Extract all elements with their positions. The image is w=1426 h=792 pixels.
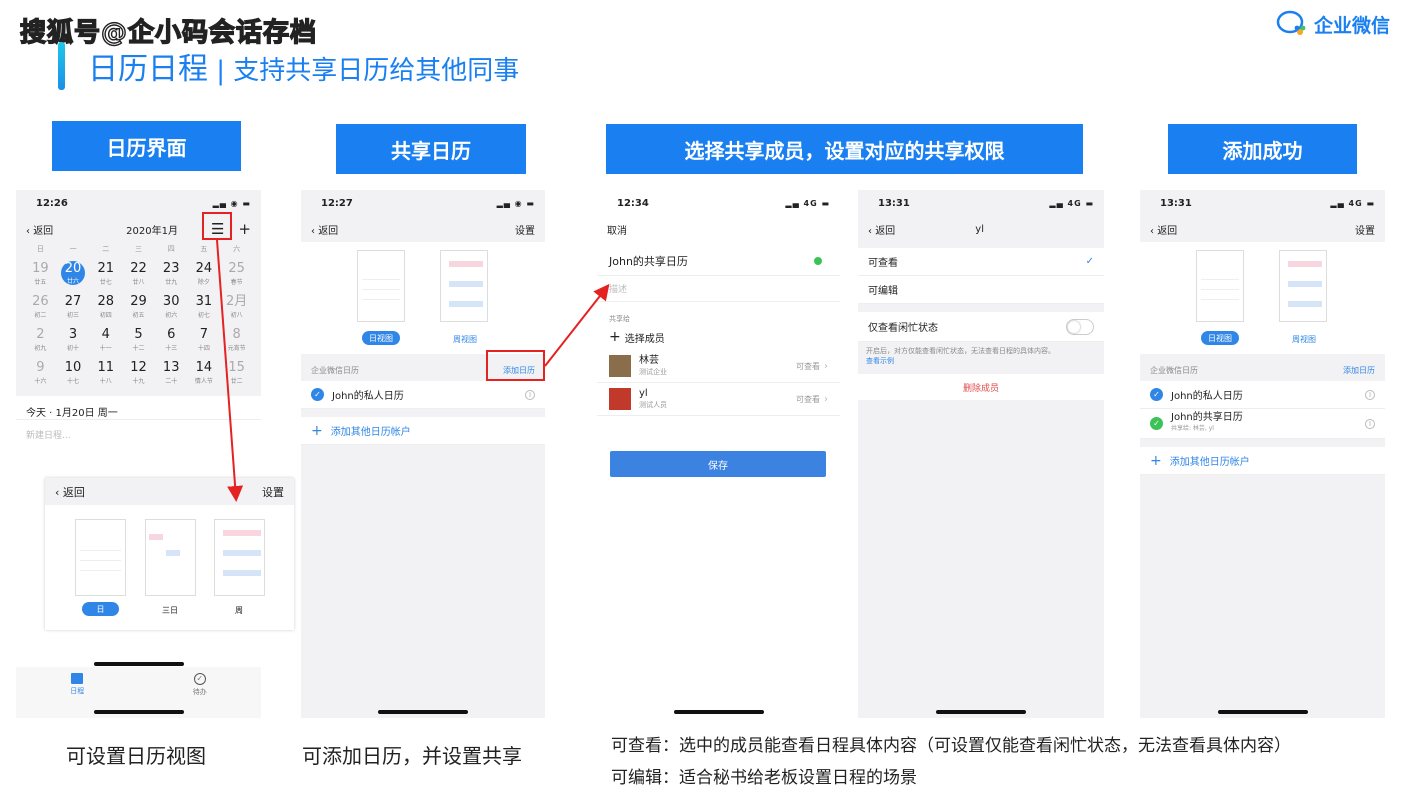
annotation-arrows bbox=[216, 239, 610, 502]
note-view-permission: 可查看：选中的成员能查看日程具体内容（可设置仅能查看闲忙状态，无法查看具体内容） bbox=[611, 736, 1291, 756]
note-edit-permission: 可编辑：适合秘书给老板设置日程的场景 bbox=[611, 768, 917, 788]
caption-add-calendar: 可添加日历，并设置共享 bbox=[302, 744, 522, 768]
caption-calendar-view: 可设置日历视图 bbox=[66, 744, 206, 768]
